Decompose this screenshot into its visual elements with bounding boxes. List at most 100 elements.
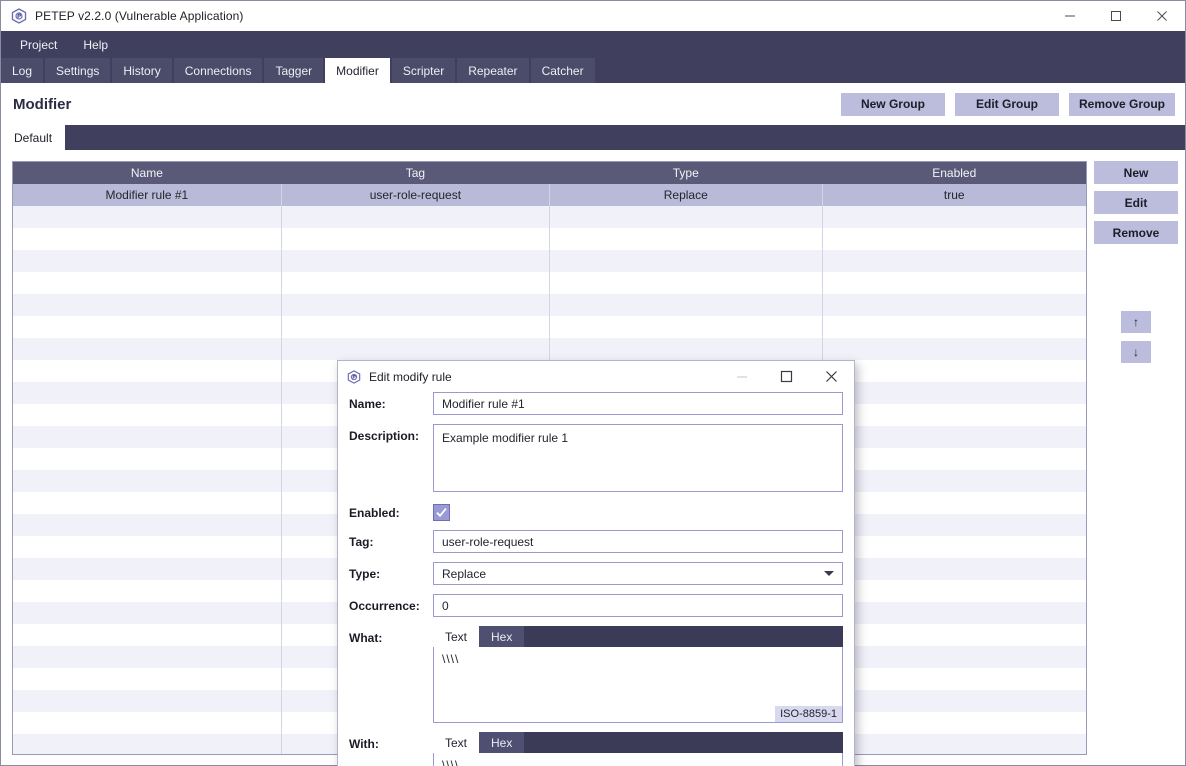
cell-enabled: true xyxy=(822,184,1086,206)
with-tab-hex[interactable]: Hex xyxy=(479,732,525,753)
maximize-icon[interactable] xyxy=(1093,1,1139,31)
field-row-with: With: Text Hex \\\\ ISO-8859-1 xyxy=(349,732,843,766)
column-header-enabled[interactable]: Enabled xyxy=(822,162,1086,184)
close-icon[interactable] xyxy=(809,361,854,392)
table-row-empty xyxy=(13,228,1086,250)
what-tab-hex[interactable]: Hex xyxy=(479,626,525,647)
what-editor-content: \\\\ xyxy=(442,652,460,666)
edit-rule-button[interactable]: Edit xyxy=(1094,191,1178,214)
dialog-window-controls xyxy=(719,361,854,392)
table-row-empty xyxy=(13,294,1086,316)
edit-modify-rule-dialog: Edit modify rule Name: Modifier rule #1 … xyxy=(337,360,855,766)
edit-group-button[interactable]: Edit Group xyxy=(954,92,1059,116)
what-editor-area[interactable]: \\\\ ISO-8859-1 xyxy=(433,647,843,723)
column-header-type[interactable]: Type xyxy=(549,162,823,184)
group-tab-bar: Default xyxy=(1,125,1185,150)
with-editor-area[interactable]: \\\\ ISO-8859-1 xyxy=(433,753,843,766)
enabled-checkbox[interactable] xyxy=(433,504,450,521)
dialog-body: Name: Modifier rule #1 Description: Exam… xyxy=(338,392,854,766)
maximize-icon[interactable] xyxy=(764,361,809,392)
with-label: With: xyxy=(349,737,379,751)
type-select-value: Replace xyxy=(442,566,487,581)
check-icon xyxy=(436,508,447,518)
table-row-empty xyxy=(13,272,1086,294)
column-header-tag[interactable]: Tag xyxy=(281,162,551,184)
window-controls xyxy=(1047,1,1185,31)
description-textarea[interactable]: Example modifier rule 1 xyxy=(433,424,843,492)
application-window: PETEP v2.2.0 (Vulnerable Application) Pr… xyxy=(0,0,1186,766)
table-row[interactable]: Modifier rule #1 user-role-request Repla… xyxy=(13,184,1086,206)
tag-label: Tag: xyxy=(349,535,374,549)
arrow-down-icon[interactable]: ↓ xyxy=(1121,341,1151,363)
type-select[interactable]: Replace xyxy=(433,562,843,585)
tab-repeater[interactable]: Repeater xyxy=(457,58,529,83)
occurrence-label: Occurrence: xyxy=(349,599,420,613)
window-title: PETEP v2.2.0 (Vulnerable Application) xyxy=(35,9,244,23)
what-editor-tabs: Text Hex xyxy=(433,626,843,647)
field-row-enabled: Enabled: xyxy=(349,501,843,521)
field-row-name: Name: Modifier rule #1 xyxy=(349,392,843,415)
reorder-controls: ↑ ↓ xyxy=(1121,311,1151,371)
with-editor-content: \\\\ xyxy=(442,758,460,766)
minimize-icon[interactable] xyxy=(1047,1,1093,31)
table-row-empty xyxy=(13,250,1086,272)
menu-item-project[interactable]: Project xyxy=(9,34,68,56)
dialog-titlebar: Edit modify rule xyxy=(338,361,854,392)
tab-history[interactable]: History xyxy=(112,58,172,83)
group-action-buttons: New Group Edit Group Remove Group xyxy=(831,92,1175,116)
menu-bar: Project Help xyxy=(1,31,1185,58)
content-area: Name Tag Type Enabled Modifier rule #1 u… xyxy=(1,150,1185,766)
minimize-icon[interactable] xyxy=(719,361,764,392)
tab-tagger[interactable]: Tagger xyxy=(264,58,324,83)
table-row-empty xyxy=(13,338,1086,360)
petep-logo-icon xyxy=(347,369,361,384)
main-tab-bar: Log Settings History Connections Tagger … xyxy=(1,58,1185,83)
what-editor: Text Hex \\\\ ISO-8859-1 xyxy=(433,626,843,723)
field-row-occurrence: Occurrence: 0 xyxy=(349,594,843,617)
tab-catcher[interactable]: Catcher xyxy=(530,58,595,83)
tab-settings[interactable]: Settings xyxy=(45,58,111,83)
tag-input[interactable]: user-role-request xyxy=(433,530,843,553)
type-label: Type: xyxy=(349,567,381,581)
table-row-empty xyxy=(13,206,1086,228)
tab-scripter[interactable]: Scripter xyxy=(391,58,456,83)
remove-group-button[interactable]: Remove Group xyxy=(1068,92,1175,116)
new-group-button[interactable]: New Group xyxy=(840,92,945,116)
with-editor: Text Hex \\\\ ISO-8859-1 xyxy=(433,732,843,766)
close-icon[interactable] xyxy=(1139,1,1185,31)
tab-modifier[interactable]: Modifier xyxy=(325,58,390,83)
enabled-label: Enabled: xyxy=(349,506,400,520)
new-rule-button[interactable]: New xyxy=(1094,161,1178,184)
table-header-row: Name Tag Type Enabled xyxy=(13,162,1086,184)
occurrence-input[interactable]: 0 xyxy=(433,594,843,617)
name-input[interactable]: Modifier rule #1 xyxy=(433,392,843,415)
description-label: Description: xyxy=(349,429,420,443)
cell-name: Modifier rule #1 xyxy=(13,184,282,206)
with-editor-tabs: Text Hex xyxy=(433,732,843,753)
chevron-down-icon xyxy=(824,571,834,576)
with-tab-text[interactable]: Text xyxy=(433,732,480,753)
petep-logo-icon xyxy=(11,8,27,24)
field-row-tag: Tag: user-role-request xyxy=(349,530,843,553)
what-label: What: xyxy=(349,631,383,645)
cell-type: Replace xyxy=(549,184,823,206)
page-title: Modifier xyxy=(13,95,72,113)
arrow-up-icon[interactable]: ↑ xyxy=(1121,311,1151,333)
rule-action-buttons: New Edit Remove ↑ ↓ xyxy=(1094,161,1178,371)
what-encoding-badge[interactable]: ISO-8859-1 xyxy=(775,706,842,722)
tab-connections[interactable]: Connections xyxy=(173,58,263,83)
column-header-name[interactable]: Name xyxy=(13,162,282,184)
table-row-empty xyxy=(13,316,1086,338)
field-row-what: What: Text Hex \\\\ ISO-8859-1 xyxy=(349,626,843,723)
tab-log[interactable]: Log xyxy=(1,58,44,83)
dialog-title: Edit modify rule xyxy=(369,369,452,384)
what-tab-text[interactable]: Text xyxy=(433,626,480,647)
window-titlebar: PETEP v2.2.0 (Vulnerable Application) xyxy=(1,1,1185,32)
menu-item-help[interactable]: Help xyxy=(72,34,119,56)
remove-rule-button[interactable]: Remove xyxy=(1094,221,1178,244)
field-row-type: Type: Replace xyxy=(349,562,843,585)
page-header: Modifier New Group Edit Group Remove Gro… xyxy=(1,83,1185,125)
group-tab-default[interactable]: Default xyxy=(1,125,66,150)
field-row-description: Description: Example modifier rule 1 xyxy=(349,424,843,492)
name-label: Name: xyxy=(349,397,386,411)
